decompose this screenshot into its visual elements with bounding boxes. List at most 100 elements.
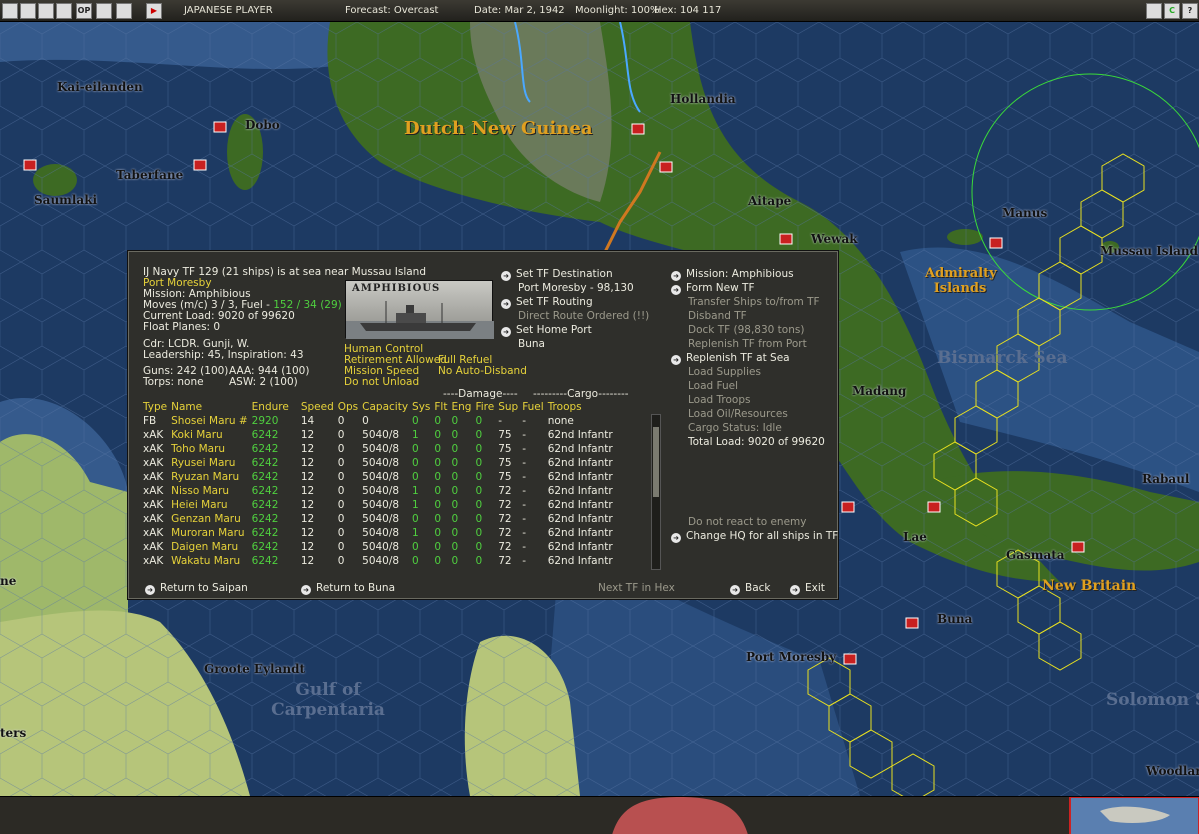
load-troops-button[interactable]: Load Troops (688, 394, 750, 406)
place-saumlaki[interactable]: Saumlaki (34, 193, 97, 207)
place-gasmata[interactable]: Gasmata (1006, 548, 1065, 562)
cell-endure: 6242 (251, 457, 279, 469)
form-new-tf-button[interactable]: ➜ Form New TF (671, 282, 754, 295)
exit-button[interactable]: ➜ Exit (790, 582, 825, 595)
table-row[interactable]: xAK Daigen Maru 6242 12 0 5040/8 0 0 0 0 72-62nd I… (143, 540, 617, 554)
cell-fuel: - (522, 485, 526, 497)
place-port-moresby[interactable]: Port Moresby (746, 650, 836, 664)
mission-button[interactable]: ➜ Mission: Amphibious (671, 268, 794, 281)
next-tf-button[interactable]: Next TF in Hex (598, 582, 675, 594)
column-header-name[interactable]: Name (171, 400, 252, 414)
column-header-ops[interactable]: Ops (338, 400, 362, 414)
menu-button[interactable] (2, 3, 18, 19)
place-taberfane[interactable]: Taberfane (116, 168, 183, 182)
disband-tf-button[interactable]: Disband TF (688, 310, 747, 322)
return-to-saipan-button[interactable]: ➜ Return to Saipan (145, 582, 248, 595)
ops-button[interactable]: OP (76, 3, 92, 19)
table-row[interactable]: xAK Ryusei Maru 6242 12 0 5040/8 0 0 0 0 75-62nd I… (143, 456, 617, 470)
table-row[interactable]: xAK Toho Maru 6242 12 0 5040/8 0 0 0 0 75-62nd Inf… (143, 442, 617, 456)
do-not-unload-toggle[interactable]: Do not Unload (344, 376, 419, 388)
table-row[interactable]: FB Shosei Maru #2920 14 0 0 0 0 0 0- - none (143, 414, 617, 428)
cell-capacity: 5040/8 (362, 429, 400, 441)
set-destination-button[interactable]: ➜ Set TF Destination (501, 268, 613, 281)
cell-capacity: 5040/8 (362, 541, 400, 553)
column-header-speed[interactable]: Speed (301, 400, 338, 414)
table-row[interactable]: xAK Nisso Maru 6242 12 0 5040/8 1 0 0 0 72-62nd In… (143, 484, 617, 498)
cell-name[interactable]: Koki Maru (171, 428, 252, 442)
info-button[interactable] (20, 3, 36, 19)
transfer-ships-button[interactable]: Transfer Ships to/from TF (688, 296, 820, 308)
replenish-port-button[interactable]: Replenish TF from Port (688, 338, 807, 350)
scroll-thumb[interactable] (653, 427, 659, 497)
column-header-sup[interactable]: Sup (498, 400, 522, 414)
place-aitape[interactable]: Aitape (748, 194, 791, 208)
place-manus[interactable]: Manus (1002, 206, 1047, 220)
cell-name[interactable]: Wakatu Maru (171, 554, 252, 568)
help-button[interactable]: ? (1182, 3, 1198, 19)
roster-scrollbar[interactable] (651, 414, 661, 570)
place-groote-eylandt[interactable]: Groote Eylandt (204, 662, 305, 676)
cell-sys: 1 (412, 429, 419, 441)
combat-report-button[interactable]: C (1164, 3, 1180, 19)
filter-button[interactable] (96, 3, 112, 19)
no-auto-disband-toggle[interactable]: No Auto-Disband (438, 365, 527, 377)
no-react-toggle[interactable]: Do not react to enemy (688, 516, 806, 528)
cell-name[interactable]: Daigen Maru (171, 540, 252, 554)
cell-name[interactable]: Ryusei Maru (171, 456, 252, 470)
report-button[interactable] (116, 3, 132, 19)
place-buna[interactable]: Buna (937, 612, 972, 626)
column-header-flt[interactable]: Flt (434, 400, 451, 414)
home-port-value: Buna (518, 338, 545, 350)
column-header-capacity[interactable]: Capacity (362, 400, 412, 414)
cell-name[interactable]: Muroran Maru (171, 526, 252, 540)
dock-tf-button[interactable]: Dock TF (98,830 tons) (688, 324, 804, 336)
return-to-buna-button[interactable]: ➜ Return to Buna (301, 582, 395, 595)
toolbar-button[interactable] (1146, 3, 1162, 19)
cell-name[interactable]: Genzan Maru (171, 512, 252, 526)
place-dobo[interactable]: Dobo (245, 118, 280, 132)
globe-button[interactable] (38, 3, 54, 19)
cell-name[interactable]: Nisso Maru (171, 484, 252, 498)
settings-button[interactable] (56, 3, 72, 19)
cell-troops: 62nd Infantr (547, 443, 613, 455)
table-row[interactable]: xAK Wakatu Maru 6242 12 0 5040/8 0 0 0 0 72-62nd I… (143, 554, 617, 568)
replenish-sea-button[interactable]: ➜ Replenish TF at Sea (671, 352, 790, 365)
place-hollandia[interactable]: Hollandia (670, 92, 736, 106)
place-madang[interactable]: Madang (852, 384, 906, 398)
column-header-fuel[interactable]: Fuel (522, 400, 548, 414)
table-row[interactable]: xAK Koki Maru 6242 12 0 5040/8 1 0 0 0 75-62nd Inf… (143, 428, 617, 442)
column-header-type[interactable]: Type (143, 400, 171, 414)
table-row[interactable]: xAK Genzan Maru 6242 12 0 5040/8 0 0 0 0 72-62nd I… (143, 512, 617, 526)
end-turn-button[interactable]: ▶ (146, 3, 162, 19)
table-row[interactable]: xAK Ryuzan Maru 6242 12 0 5040/8 0 0 0 0 75-62nd I… (143, 470, 617, 484)
load-supplies-button[interactable]: Load Supplies (688, 366, 761, 378)
place-lae[interactable]: Lae (903, 530, 927, 544)
column-header-endure[interactable]: Endure (252, 400, 301, 414)
column-header-sys[interactable]: Sys (412, 400, 434, 414)
change-hq-button[interactable]: ➜ Change HQ for all ships in TF (671, 530, 838, 543)
cell-speed: 12 (300, 513, 315, 525)
cell-name[interactable]: Heiei Maru (171, 498, 252, 512)
ship-class-image: AMPHIBIOUS (345, 280, 494, 339)
cell-capacity: 5040/8 (362, 527, 400, 539)
load-fuel-button[interactable]: Load Fuel (688, 380, 738, 392)
arrow-icon: ➜ (301, 585, 311, 595)
set-home-port-button[interactable]: ➜ Set Home Port (501, 324, 592, 337)
set-routing-button[interactable]: ➜ Set TF Routing (501, 296, 593, 309)
place-wewak[interactable]: Wewak (811, 232, 858, 246)
table-row[interactable]: xAK Muroran Maru 6242 12 0 5040/8 1 0 0 0 72-62nd … (143, 526, 617, 540)
place-mussau-island[interactable]: Mussau Island (1100, 244, 1198, 258)
table-row[interactable]: xAK Heiei Maru 6242 12 0 5040/8 1 0 0 0 72-62nd In… (143, 498, 617, 512)
column-header-fire[interactable]: Fire (475, 400, 498, 414)
cell-troops: 62nd Infantr (547, 513, 613, 525)
place-rabaul[interactable]: Rabaul (1142, 472, 1189, 486)
column-header-eng[interactable]: Eng (451, 400, 475, 414)
cell-name[interactable]: Toho Maru (171, 442, 252, 456)
cell-name[interactable]: Ryuzan Maru (171, 470, 252, 484)
cell-name[interactable]: Shosei Maru # (171, 414, 252, 428)
place-kai-eilanden[interactable]: Kai-eilanden (57, 80, 143, 94)
place-woodlark[interactable]: Woodlark (1146, 764, 1199, 778)
back-button[interactable]: ➜ Back (730, 582, 771, 595)
column-header-troops[interactable]: Troops (548, 400, 617, 414)
load-oil-button[interactable]: Load Oil/Resources (688, 408, 788, 420)
